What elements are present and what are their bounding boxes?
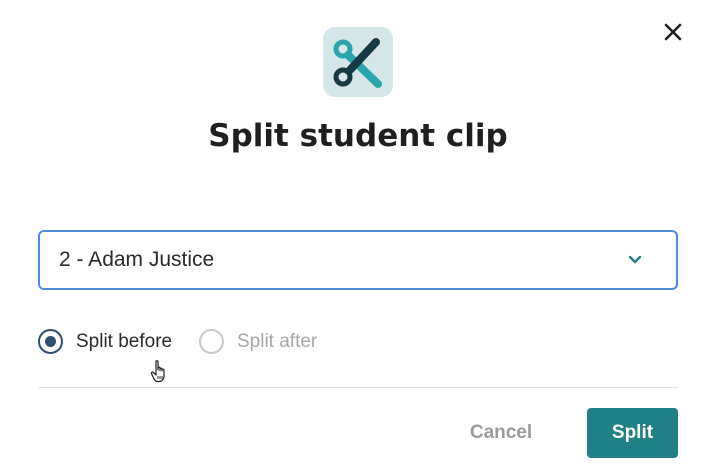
chevron-down-icon bbox=[627, 253, 643, 267]
radio-unchecked-indicator[interactable] bbox=[199, 329, 224, 354]
scissors-icon bbox=[323, 27, 393, 97]
split-before-label[interactable]: Split before bbox=[76, 326, 172, 357]
radio-checked-indicator[interactable] bbox=[38, 329, 63, 354]
dialog-title: Split student clip bbox=[208, 118, 508, 154]
student-select[interactable]: 2 - Adam Justice bbox=[38, 230, 678, 290]
close-button[interactable] bbox=[660, 19, 686, 45]
student-select-value: 2 - Adam Justice bbox=[59, 248, 215, 271]
hand-pointer-icon bbox=[150, 359, 168, 383]
footer-divider bbox=[38, 387, 678, 388]
split-button[interactable]: Split bbox=[587, 408, 678, 458]
close-icon bbox=[660, 19, 686, 45]
split-clip-dialog: Split student clip 2 - Adam Justice Spli… bbox=[0, 0, 716, 468]
cancel-button[interactable]: Cancel bbox=[458, 408, 544, 458]
split-after-label[interactable]: Split after bbox=[237, 326, 317, 357]
